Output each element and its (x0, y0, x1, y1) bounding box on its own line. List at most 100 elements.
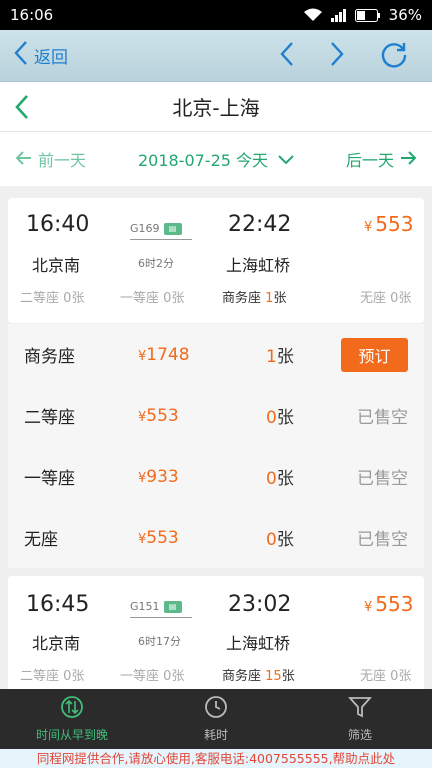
prev-day-button[interactable]: 前一天 (15, 147, 87, 171)
seat-count: 15 (265, 669, 282, 684)
seat-label: 二等座 (20, 291, 60, 306)
seat-label: 一等座 (120, 669, 160, 684)
seat-remaining-count: 0 (266, 469, 277, 489)
seat-price-value: 553 (146, 527, 179, 548)
status-bar: 16:06 36% (0, 0, 432, 30)
seat-remaining: 0张 (266, 525, 294, 550)
next-day-button[interactable]: 后一天 (345, 147, 417, 171)
depart-time: 16:40 (26, 212, 90, 237)
seat-unit: 张 (71, 291, 85, 306)
seat-unit: 张 (398, 669, 412, 684)
browser-next-icon[interactable] (330, 41, 344, 71)
seat-unit: 张 (276, 469, 294, 489)
date-selector[interactable]: 2018-07-25 今天 (138, 147, 294, 171)
seat-type: 二等座 (24, 408, 75, 428)
seat-detail-panel: 商务座 ¥1748 1张 预订 二等座 ¥553 0张 已售空 一等座 ¥933… (8, 324, 424, 568)
tab-duration[interactable]: 耗时 (144, 689, 288, 749)
arrow-left-icon (15, 150, 32, 169)
id-card-icon: ▤ (163, 222, 182, 235)
train-number-label: G151 (130, 600, 160, 613)
refresh-icon[interactable] (380, 40, 408, 72)
seat-price: ¥553 (138, 406, 179, 426)
footer-notice[interactable]: 同程网提供合作,请放心使用,客服电话:4007555555,帮助点此处 (0, 749, 432, 768)
seat-unit: 张 (276, 530, 294, 550)
signal-icon (330, 8, 347, 22)
sold-out-label: 已售空 (357, 408, 408, 428)
prev-day-label: 前一天 (38, 151, 87, 170)
to-station: 上海虹桥 (226, 256, 291, 275)
seat-unit: 张 (171, 291, 185, 306)
browser-back-label: 返回 (34, 48, 68, 68)
ticket-price: ¥553 (364, 212, 413, 236)
seat-unit: 张 (171, 669, 185, 684)
seat-price-value: 553 (146, 405, 179, 426)
status-time: 16:06 (10, 6, 54, 24)
price-value: 553 (375, 592, 414, 616)
browser-back-button[interactable]: 返回 (0, 40, 68, 71)
tab-label: 筛选 (347, 728, 372, 742)
depart-time: 16:45 (26, 592, 90, 617)
status-icons: 36% (303, 6, 422, 24)
seat-unit: 张 (276, 408, 294, 428)
chevron-down-icon (278, 150, 294, 169)
train-number: G169 ▤ (130, 222, 182, 235)
bottom-nav: 时间从早到晚 耗时 筛选 (0, 689, 432, 749)
arrow-right-icon (400, 150, 417, 169)
id-card-icon: ▤ (163, 600, 182, 613)
browser-prev-icon[interactable] (280, 41, 294, 71)
seat-detail-row: 商务座 ¥1748 1张 预订 (8, 324, 424, 385)
seat-first-class: 一等座 0张 (120, 287, 184, 306)
tab-filter[interactable]: 筛选 (288, 689, 432, 749)
to-station: 上海虹桥 (226, 634, 291, 653)
chevron-left-icon (14, 40, 28, 71)
seat-unit: 张 (71, 669, 85, 684)
seat-detail-row: 二等座 ¥553 0张 已售空 (8, 385, 424, 446)
ticket-price: ¥553 (364, 592, 413, 616)
seat-price: ¥933 (138, 467, 179, 487)
seat-business-class: 商务座 15张 (222, 665, 295, 684)
from-station: 北京南 (32, 256, 81, 275)
back-icon[interactable] (14, 94, 30, 124)
tab-label: 时间从早到晚 (35, 728, 108, 742)
seat-unit: 张 (273, 291, 287, 306)
route-line (130, 239, 192, 240)
seat-remaining: 1张 (266, 342, 294, 367)
browser-bar: 返回 (0, 30, 432, 82)
seat-business-class: 商务座 1张 (222, 287, 286, 306)
route-line (130, 617, 192, 618)
seat-standing: 无座 0张 (360, 665, 411, 684)
duration: 6时17分 (138, 635, 181, 648)
seat-standing: 无座 0张 (360, 287, 411, 306)
train-card[interactable]: 16:45 G151 ▤ 23:02 ¥553 北京南 6时17分 上海虹桥 二… (8, 576, 424, 696)
arrive-time: 22:42 (228, 212, 292, 237)
date-bar: 前一天 2018-07-25 今天 后一天 (0, 132, 432, 186)
next-day-label: 后一天 (345, 151, 394, 170)
seat-detail-row: 无座 ¥553 0张 已售空 (8, 507, 424, 568)
book-button[interactable]: 预订 (341, 337, 408, 372)
seat-unit: 张 (398, 291, 412, 306)
seat-remaining: 0张 (266, 403, 294, 428)
battery-icon (354, 8, 381, 22)
yen-symbol: ¥ (364, 220, 373, 235)
battery-level: 36% (388, 6, 422, 24)
seat-label: 二等座 (20, 669, 60, 684)
seat-detail-row: 一等座 ¥933 0张 已售空 (8, 446, 424, 507)
price-value: 553 (375, 212, 414, 236)
browser-nav (280, 40, 432, 72)
seat-remaining-count: 1 (266, 347, 277, 367)
seat-label: 无座 (360, 291, 387, 306)
seat-price-value: 1748 (146, 344, 190, 365)
tab-label: 耗时 (203, 728, 228, 742)
duration: 6时2分 (138, 257, 174, 270)
seat-type: 一等座 (24, 469, 75, 489)
current-date: 2018-07-25 今天 (137, 151, 269, 170)
train-card[interactable]: 16:40 G169 ▤ 22:42 ¥553 北京南 6时2分 上海虹桥 二等… (8, 198, 424, 323)
from-station: 北京南 (32, 634, 81, 653)
seat-remaining-count: 0 (266, 408, 277, 428)
seat-first-class: 一等座 0张 (120, 665, 184, 684)
seat-type: 商务座 (24, 347, 75, 367)
seat-price: ¥553 (138, 528, 179, 548)
arrive-time: 23:02 (228, 592, 292, 617)
tab-sort-by-time[interactable]: 时间从早到晚 (0, 689, 144, 749)
sort-icon (60, 695, 84, 722)
